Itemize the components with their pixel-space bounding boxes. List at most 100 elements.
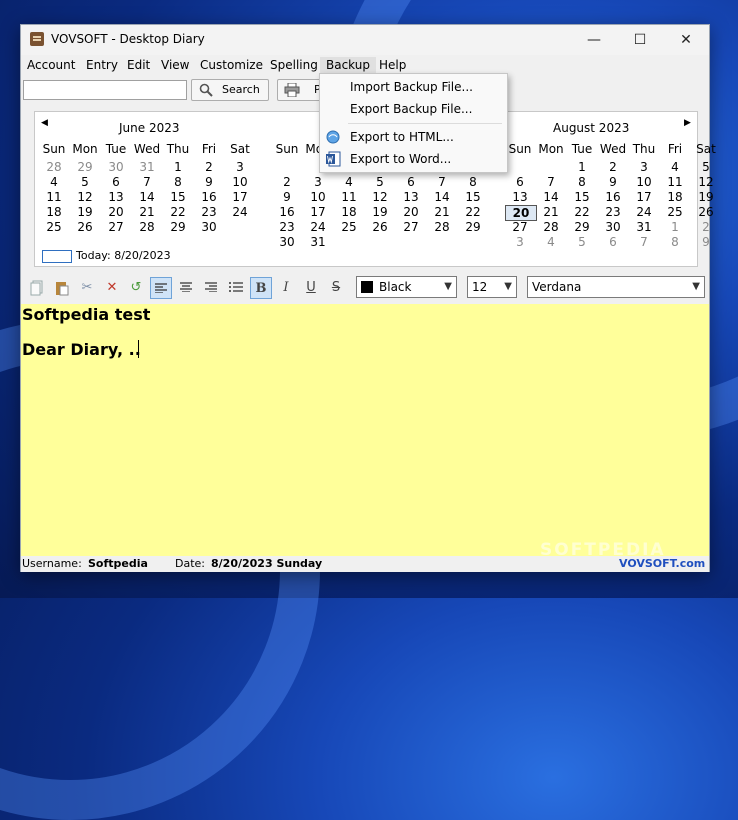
calendar-day[interactable]: 5	[691, 160, 721, 174]
menu-backup[interactable]: Backup	[320, 57, 376, 73]
calendar-day[interactable]: 13	[396, 190, 426, 204]
calendar-day[interactable]: 26	[70, 220, 100, 234]
calendar-day[interactable]: 25	[334, 220, 364, 234]
calendar-day[interactable]: 31	[303, 235, 333, 249]
underline-button[interactable]: U	[300, 277, 322, 299]
bold-button[interactable]: B	[250, 277, 272, 299]
copy-icon[interactable]	[26, 277, 48, 299]
calendar-day[interactable]: 11	[39, 190, 69, 204]
text-color-select[interactable]: Black ▼	[356, 276, 457, 298]
paste-icon[interactable]	[51, 277, 73, 299]
next-month-arrow-icon[interactable]: ▶	[684, 118, 691, 128]
calendar-day[interactable]: 13	[505, 190, 535, 204]
calendar-day[interactable]: 23	[194, 205, 224, 219]
calendar-day[interactable]: 15	[567, 190, 597, 204]
calendar-day[interactable]: 8	[163, 175, 193, 189]
calendar-day[interactable]: 30	[272, 235, 302, 249]
strikethrough-button[interactable]: S	[325, 277, 347, 299]
calendar-day[interactable]: 29	[567, 220, 597, 234]
calendar-day[interactable]: 18	[39, 205, 69, 219]
calendar-day[interactable]: 17	[303, 205, 333, 219]
calendar-day[interactable]: 12	[691, 175, 721, 189]
calendar-day[interactable]: 10	[303, 190, 333, 204]
minimize-button[interactable]: —	[571, 25, 617, 55]
align-left-icon[interactable]	[150, 277, 172, 299]
calendar-day[interactable]: 9	[272, 190, 302, 204]
calendar-day[interactable]: 28	[39, 160, 69, 174]
calendar-day[interactable]: 2	[194, 160, 224, 174]
calendar-day[interactable]: 27	[505, 220, 535, 234]
calendar-day[interactable]: 12	[70, 190, 100, 204]
calendar-day[interactable]: 6	[505, 175, 535, 189]
calendar-day[interactable]: 4	[660, 160, 690, 174]
calendar-day[interactable]: 20	[505, 205, 537, 221]
calendar-day[interactable]: 8	[567, 175, 597, 189]
calendar-day[interactable]: 16	[272, 205, 302, 219]
calendar-day[interactable]: 6	[101, 175, 131, 189]
calendar-day[interactable]: 28	[536, 220, 566, 234]
calendar-day[interactable]: 1	[567, 160, 597, 174]
calendar-day[interactable]: 5	[70, 175, 100, 189]
calendar-day[interactable]: 30	[101, 160, 131, 174]
calendar-day[interactable]: 16	[598, 190, 628, 204]
calendar-day[interactable]: 24	[629, 205, 659, 219]
calendar-day[interactable]: 5	[365, 175, 395, 189]
calendar-day[interactable]: 5	[567, 235, 597, 249]
calendar-day[interactable]: 16	[194, 190, 224, 204]
calendar-day[interactable]: 22	[163, 205, 193, 219]
calendar-day[interactable]: 3	[303, 175, 333, 189]
menu-view[interactable]: View	[155, 57, 195, 73]
menu-entry[interactable]: Entry	[80, 57, 124, 73]
calendar-day[interactable]: 30	[598, 220, 628, 234]
calendar-day[interactable]: 11	[660, 175, 690, 189]
font-size-select[interactable]: 12 ▼	[467, 276, 517, 298]
calendar-day[interactable]: 7	[629, 235, 659, 249]
calendar-day[interactable]: 27	[101, 220, 131, 234]
calendar-day[interactable]: 1	[660, 220, 690, 234]
calendar-day[interactable]: 14	[427, 190, 457, 204]
calendar-day[interactable]: 31	[629, 220, 659, 234]
menu-item-export-backup[interactable]: Export Backup File...	[320, 99, 507, 119]
calendar-day[interactable]: 26	[365, 220, 395, 234]
calendar-day[interactable]: 15	[163, 190, 193, 204]
calendar-day[interactable]: 2	[598, 160, 628, 174]
align-center-icon[interactable]	[175, 277, 197, 299]
calendar-day[interactable]: 8	[458, 175, 488, 189]
calendar-day[interactable]: 21	[427, 205, 457, 219]
title-bar[interactable]: VOVSOFT - Desktop Diary — ☐ ✕	[21, 25, 709, 55]
calendar-day[interactable]: 2	[691, 220, 721, 234]
menu-customize[interactable]: Customize	[194, 57, 269, 73]
calendar-day[interactable]: 27	[396, 220, 426, 234]
search-input[interactable]	[23, 80, 187, 100]
calendar-day[interactable]: 8	[660, 235, 690, 249]
calendar-day[interactable]: 25	[39, 220, 69, 234]
calendar-day[interactable]: 31	[132, 160, 162, 174]
menu-account[interactable]: Account	[21, 57, 81, 73]
previous-month-arrow-icon[interactable]: ◀	[41, 118, 48, 128]
calendar-day[interactable]: 24	[303, 220, 333, 234]
calendar-day[interactable]: 20	[396, 205, 426, 219]
calendar-day[interactable]: 29	[70, 160, 100, 174]
menu-item-export-html[interactable]: Export to HTML...	[320, 127, 507, 147]
calendar-day[interactable]: 3	[629, 160, 659, 174]
calendar-day[interactable]: 14	[536, 190, 566, 204]
calendar-day[interactable]: 17	[225, 190, 255, 204]
calendar-day[interactable]: 23	[272, 220, 302, 234]
calendar-day[interactable]: 7	[536, 175, 566, 189]
calendar-day[interactable]: 23	[598, 205, 628, 219]
print-button[interactable]: P	[277, 79, 321, 101]
calendar-day[interactable]: 7	[427, 175, 457, 189]
menu-spelling[interactable]: Spelling	[264, 57, 324, 73]
search-button[interactable]: Search	[191, 79, 269, 101]
calendar-day[interactable]: 3	[505, 235, 535, 249]
cut-icon[interactable]: ✂	[76, 277, 98, 299]
calendar-day[interactable]: 4	[334, 175, 364, 189]
calendar-day[interactable]: 28	[427, 220, 457, 234]
calendar-day[interactable]: 18	[334, 205, 364, 219]
menu-help[interactable]: Help	[373, 57, 412, 73]
close-button[interactable]: ✕	[663, 25, 709, 55]
calendar-day[interactable]: 24	[225, 205, 255, 219]
calendar-day[interactable]: 7	[132, 175, 162, 189]
calendar-day[interactable]: 11	[334, 190, 364, 204]
calendar-day[interactable]: 21	[536, 205, 566, 219]
